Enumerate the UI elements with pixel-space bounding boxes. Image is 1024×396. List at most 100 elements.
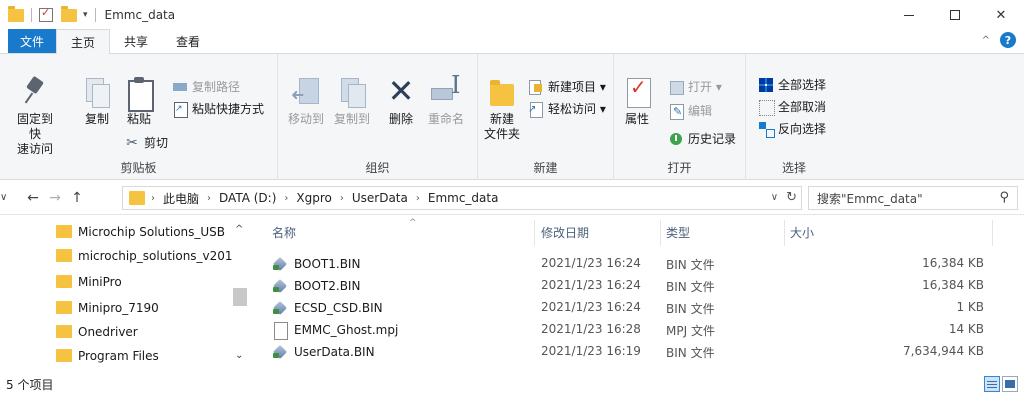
copy-path-button[interactable]: 复制路径 — [172, 78, 240, 95]
recent-locations-button[interactable]: ∨ — [0, 192, 16, 203]
breadcrumb-emmc-data[interactable]: Emmc_data — [428, 191, 499, 205]
large-icons-view-icon[interactable] — [1002, 376, 1018, 392]
paste-shortcut-icon — [172, 101, 188, 118]
copy-button[interactable]: 复制 — [80, 76, 114, 127]
breadcrumb-userdata[interactable]: UserData — [352, 191, 408, 205]
item-count: 5 个项目 — [6, 377, 54, 392]
new-folder-button[interactable]: 新建 文件夹 — [482, 76, 522, 142]
nav-item-minipro[interactable]: MiniPro — [56, 270, 234, 293]
new-folder-icon[interactable] — [61, 5, 77, 22]
search-input[interactable]: 搜索"Emmc_data" ⚲ — [808, 186, 1018, 210]
nav-item-microchip-solutions-usb[interactable]: Microchip Solutions_USB — [56, 220, 234, 243]
pin-to-quick-access-button[interactable]: 固定到快 速访问 — [12, 76, 58, 157]
nav-item-onedriver[interactable]: Onedriver — [56, 320, 234, 343]
cut-button[interactable]: ✂ 剪切 — [124, 134, 168, 151]
tab-view[interactable]: 查看 — [162, 29, 214, 53]
file-name: BOOT2.BIN — [294, 279, 361, 293]
help-icon[interactable]: ? — [1000, 32, 1016, 48]
chevron-right-icon[interactable]: › — [284, 193, 288, 204]
nav-item-label: Minipro_7190 — [78, 300, 159, 315]
file-row[interactable]: BOOT2.BIN 2021/1/23 16:24 BIN 文件 16,384 … — [262, 275, 1024, 297]
new-folder-label-2: 文件夹 — [483, 127, 520, 141]
chevron-right-icon[interactable]: › — [207, 193, 211, 204]
paste-button[interactable]: 粘贴 — [122, 76, 156, 127]
invert-selection-button[interactable]: 反向选择 — [758, 120, 826, 138]
delete-button[interactable]: ✕ 删除 — [384, 75, 418, 127]
scroll-down-icon[interactable]: ⌄ — [235, 350, 243, 361]
paste-label: 粘贴 — [126, 112, 151, 126]
tab-share[interactable]: 共享 — [110, 29, 162, 53]
select-none-button[interactable]: 全部取消 — [758, 98, 826, 116]
select-all-button[interactable]: 全部选择 — [758, 76, 826, 93]
edit-label: 编辑 — [688, 104, 713, 118]
properties-icon[interactable] — [39, 6, 53, 22]
tab-file[interactable]: 文件 — [8, 29, 57, 53]
folder-icon — [56, 301, 72, 314]
back-button[interactable]: ← — [22, 190, 44, 206]
column-divider[interactable] — [992, 220, 993, 246]
delete-label: 删除 — [388, 112, 413, 126]
properties-icon — [622, 76, 652, 108]
nav-item-microchip-solutions-v201[interactable]: microchip_solutions_v201 — [56, 244, 234, 267]
column-header-size[interactable]: 大小 — [790, 216, 990, 248]
bin-file-icon — [272, 278, 288, 294]
up-button[interactable]: ↑ — [66, 190, 88, 206]
chevron-right-icon[interactable]: › — [151, 193, 155, 204]
nav-item-label: MiniPro — [78, 274, 122, 289]
file-name: EMMC_Ghost.mpj — [294, 323, 399, 337]
open-button[interactable]: 打开 ▾ — [668, 78, 722, 95]
bin-file-icon — [272, 344, 288, 360]
address-input[interactable]: › 此电脑 › DATA (D:) › Xgpro › UserData › E… — [122, 186, 802, 210]
properties-button[interactable]: 属性 — [620, 76, 654, 127]
forward-button[interactable]: → — [44, 190, 66, 206]
column-divider[interactable] — [784, 220, 785, 246]
customize-qat-dropdown[interactable]: ▾ — [83, 10, 88, 20]
file-type: BIN 文件 — [666, 258, 715, 272]
collapse-ribbon-icon[interactable]: ^ — [982, 35, 990, 46]
file-date: 2021/1/23 16:28 — [541, 322, 641, 336]
file-row[interactable]: EMMC_Ghost.mpj 2021/1/23 16:28 MPJ 文件 14… — [262, 319, 1024, 341]
file-name: ECSD_CSD.BIN — [294, 301, 383, 315]
file-row[interactable]: ECSD_CSD.BIN 2021/1/23 16:24 BIN 文件 1 KB — [262, 297, 1024, 319]
column-header-name[interactable]: 名称 ^ — [272, 216, 532, 248]
chevron-right-icon[interactable]: › — [340, 193, 344, 204]
nav-item-minipro-7190[interactable]: Minipro_7190 — [56, 296, 234, 319]
history-button[interactable]: 历史记录 — [668, 130, 736, 147]
easy-access-button[interactable]: 轻松访问 ▾ — [528, 100, 606, 118]
rename-button[interactable]: 重命名 — [426, 76, 466, 127]
search-placeholder: 搜索"Emmc_data" — [817, 191, 923, 206]
nav-scrollbar[interactable]: ^ ⌄ — [230, 216, 250, 371]
folder-icon — [56, 349, 72, 362]
paste-shortcut-button[interactable]: 粘贴快捷方式 — [172, 100, 264, 118]
scroll-thumb[interactable] — [233, 288, 247, 306]
open-label: 打开 ▾ — [688, 80, 722, 94]
minimize-button[interactable] — [886, 0, 932, 30]
column-divider[interactable] — [534, 220, 535, 246]
nav-item-program-files[interactable]: Program Files — [56, 344, 234, 367]
file-row[interactable]: UserData.BIN 2021/1/23 16:19 BIN 文件 7,63… — [262, 341, 1024, 363]
new-item-button[interactable]: 新建项目 ▾ — [528, 78, 606, 95]
edit-button[interactable]: 编辑 — [668, 102, 713, 120]
scroll-up-icon[interactable]: ^ — [235, 224, 243, 235]
move-to-button[interactable]: 移动到 — [286, 76, 326, 127]
breadcrumb: › 此电脑 › DATA (D:) › Xgpro › UserData › E… — [151, 190, 498, 207]
column-header-type[interactable]: 类型 — [666, 216, 786, 248]
breadcrumb-xgpro[interactable]: Xgpro — [296, 191, 331, 205]
file-name-cell: EMMC_Ghost.mpj — [272, 322, 399, 340]
breadcrumb-this-pc[interactable]: 此电脑 — [163, 190, 199, 207]
breadcrumb-data-drive[interactable]: DATA (D:) — [219, 191, 276, 205]
folder-icon[interactable] — [8, 5, 24, 22]
address-dropdown-icon[interactable]: ∨ — [771, 192, 778, 203]
close-button[interactable]: ✕ — [978, 0, 1024, 30]
chevron-right-icon[interactable]: › — [416, 193, 420, 204]
tab-home[interactable]: 主页 — [56, 29, 111, 54]
details-view-icon[interactable] — [984, 376, 1000, 392]
file-list: 名称 ^ 修改日期 类型 大小 BOOT1.BIN 2021/1/23 16:2… — [262, 216, 1024, 371]
column-header-date[interactable]: 修改日期 — [541, 216, 661, 248]
refresh-icon[interactable]: ↻ — [786, 190, 797, 205]
copy-to-button[interactable]: 复制到 — [332, 76, 372, 127]
file-row[interactable]: BOOT1.BIN 2021/1/23 16:24 BIN 文件 16,384 … — [262, 253, 1024, 275]
column-divider[interactable] — [660, 220, 661, 246]
maximize-button[interactable] — [932, 0, 978, 30]
search-icon[interactable]: ⚲ — [999, 190, 1009, 205]
